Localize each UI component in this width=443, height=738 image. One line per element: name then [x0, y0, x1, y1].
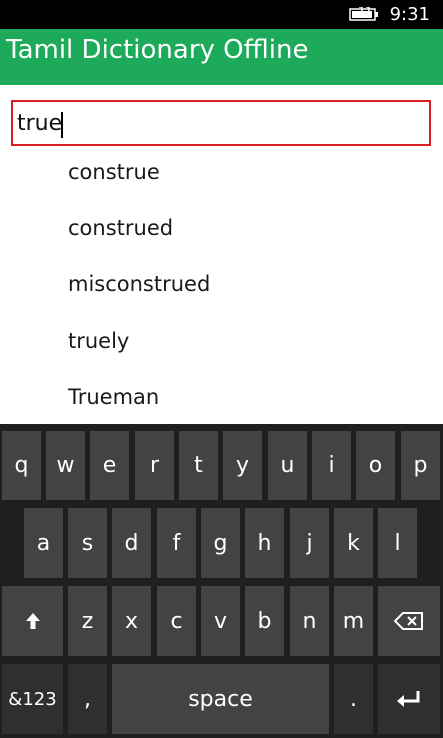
key-u[interactable]: u — [268, 431, 307, 500]
period-key[interactable]: . — [334, 664, 373, 734]
key-q[interactable]: q — [2, 431, 41, 500]
shift-up-arrow-icon — [25, 613, 40, 629]
text-cursor — [61, 112, 63, 138]
app-title: Tamil Dictionary Offline — [6, 35, 309, 65]
key-b[interactable]: b — [245, 586, 284, 656]
key-h[interactable]: h — [245, 508, 284, 578]
key-f[interactable]: f — [157, 508, 196, 578]
suggestion-item[interactable]: construed — [68, 216, 173, 240]
suggestion-item[interactable]: Trueman — [68, 385, 159, 409]
key-d[interactable]: d — [112, 508, 151, 578]
key-l[interactable]: l — [378, 508, 417, 578]
key-x[interactable]: x — [112, 586, 151, 656]
key-v[interactable]: v — [201, 586, 240, 656]
key-a[interactable]: a — [24, 508, 63, 578]
enter-return-icon — [397, 691, 420, 707]
on-screen-keyboard: q w e r t y u i o p a s d f g h j k l z … — [0, 424, 443, 738]
key-c[interactable]: c — [157, 586, 196, 656]
backspace-icon — [394, 612, 423, 630]
key-z[interactable]: z — [68, 586, 107, 656]
key-k[interactable]: k — [334, 508, 373, 578]
enter-key[interactable] — [378, 664, 440, 734]
search-box[interactable] — [11, 100, 431, 146]
key-n[interactable]: n — [290, 586, 329, 656]
key-o[interactable]: o — [356, 431, 395, 500]
key-w[interactable]: w — [46, 431, 85, 500]
suggestion-item[interactable]: truely — [68, 329, 129, 353]
app-header: Tamil Dictionary Offline — [0, 29, 443, 85]
status-time: 9:31 — [389, 4, 430, 25]
battery-charging-icon — [349, 7, 378, 21]
key-g[interactable]: g — [201, 508, 240, 578]
status-bar: 9:31 — [0, 0, 443, 29]
key-s[interactable]: s — [68, 508, 107, 578]
key-j[interactable]: j — [290, 508, 329, 578]
key-r[interactable]: r — [135, 431, 174, 500]
backspace-key[interactable] — [378, 586, 440, 656]
comma-key[interactable]: , — [68, 664, 107, 734]
suggestion-item[interactable]: misconstrued — [68, 272, 210, 296]
key-i[interactable]: i — [312, 431, 351, 500]
key-p[interactable]: p — [401, 431, 440, 500]
space-key[interactable]: space — [112, 664, 329, 734]
key-e[interactable]: e — [90, 431, 129, 500]
key-t[interactable]: t — [179, 431, 218, 500]
key-m[interactable]: m — [334, 586, 373, 656]
shift-key[interactable] — [2, 586, 63, 656]
symbols-key[interactable]: &123 — [2, 664, 63, 734]
search-input[interactable] — [13, 102, 429, 144]
suggestion-item[interactable]: construe — [68, 160, 160, 184]
key-y[interactable]: y — [223, 431, 262, 500]
